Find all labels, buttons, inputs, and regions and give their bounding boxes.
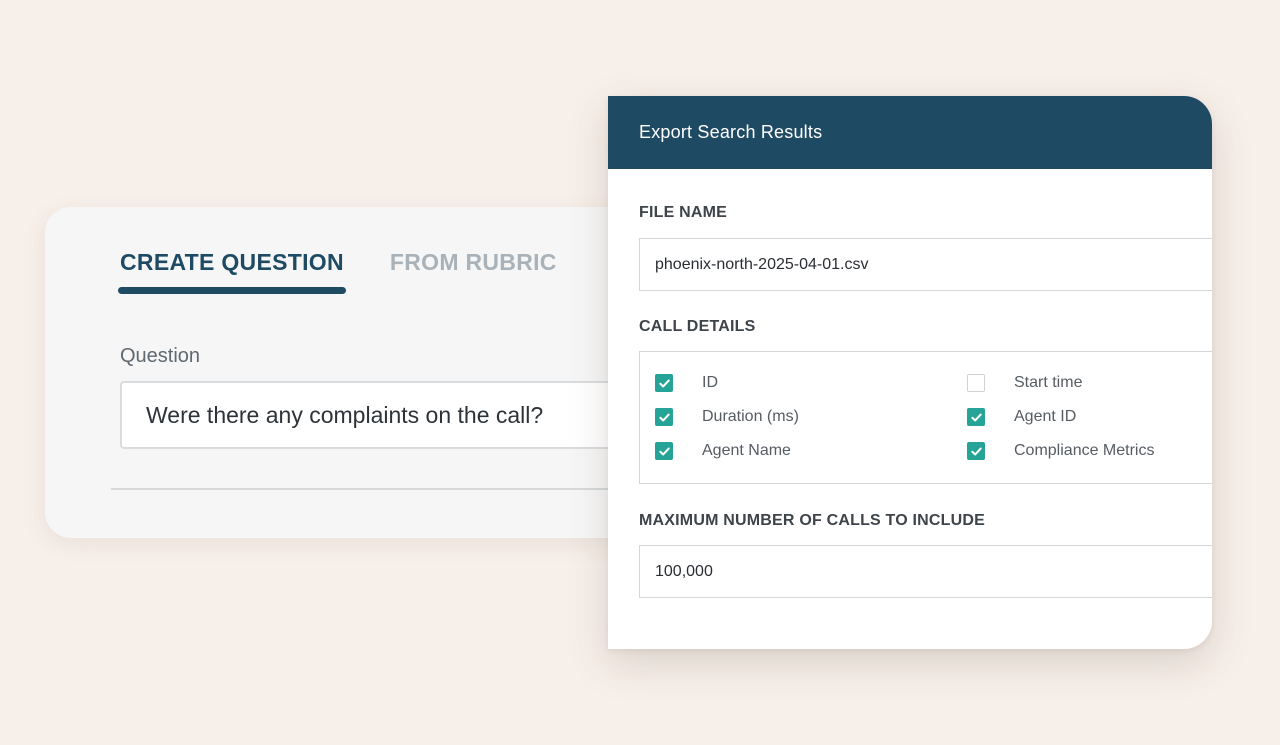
checkbox-id-label: ID <box>702 374 718 391</box>
checkbox-agent-id[interactable]: Agent ID <box>967 408 1076 426</box>
checkmark-icon <box>970 413 982 421</box>
export-dialog-title: Export Search Results <box>608 96 1212 169</box>
export-dialog: Export Search Results FILE NAME phoenix-… <box>608 96 1212 649</box>
checkbox-compliance-metrics[interactable]: Compliance Metrics <box>967 442 1154 460</box>
question-tabs: CREATE QUESTION FROM RUBRIC <box>118 249 557 294</box>
checkbox-start-time[interactable]: Start time <box>967 374 1082 392</box>
checkbox-agent-name-label: Agent Name <box>702 442 791 459</box>
tab-create-question-label: CREATE QUESTION <box>120 249 344 275</box>
question-divider <box>111 488 671 490</box>
tab-from-rubric-label: FROM RUBRIC <box>389 249 557 275</box>
checkbox-duration[interactable]: Duration (ms) <box>655 408 799 426</box>
question-builder-card: CREATE QUESTION FROM RUBRIC Question Wer… <box>45 207 680 538</box>
tab-create-question[interactable]: CREATE QUESTION <box>118 249 346 294</box>
call-details-box: ID Start time Duration (ms) Agent ID Age… <box>639 351 1212 484</box>
checkbox-id[interactable]: ID <box>655 374 718 392</box>
file-name-label: FILE NAME <box>639 204 728 221</box>
checkmark-icon <box>658 447 670 455</box>
checkbox-start-time-box[interactable] <box>967 374 985 392</box>
checkbox-agent-id-label: Agent ID <box>1014 408 1077 425</box>
checkbox-duration-box[interactable] <box>655 408 673 426</box>
checkbox-agent-name-box[interactable] <box>655 442 673 460</box>
checkbox-id-box[interactable] <box>655 374 673 392</box>
checkbox-compliance-metrics-label: Compliance Metrics <box>1014 442 1155 459</box>
checkmark-icon <box>658 413 670 421</box>
tab-from-rubric[interactable]: FROM RUBRIC <box>390 249 557 290</box>
checkbox-duration-label: Duration (ms) <box>702 408 799 425</box>
checkbox-start-time-label: Start time <box>1014 374 1083 391</box>
question-input[interactable]: Were there any complaints on the call? <box>120 381 680 449</box>
checkbox-compliance-metrics-box[interactable] <box>967 442 985 460</box>
checkbox-agent-name[interactable]: Agent Name <box>655 442 791 460</box>
max-calls-input[interactable]: 100,000 <box>639 545 1212 598</box>
max-calls-label: MAXIMUM NUMBER OF CALLS TO INCLUDE <box>639 512 986 529</box>
question-label: Question <box>120 345 201 367</box>
checkbox-agent-id-box[interactable] <box>967 408 985 426</box>
call-details-label: CALL DETAILS <box>639 318 756 335</box>
file-name-input[interactable]: phoenix-north-2025-04-01.csv <box>639 238 1212 291</box>
active-tab-indicator <box>118 287 346 294</box>
checkmark-icon <box>970 447 982 455</box>
checkmark-icon <box>658 379 670 387</box>
stage: CREATE QUESTION FROM RUBRIC Question Wer… <box>0 0 1280 745</box>
